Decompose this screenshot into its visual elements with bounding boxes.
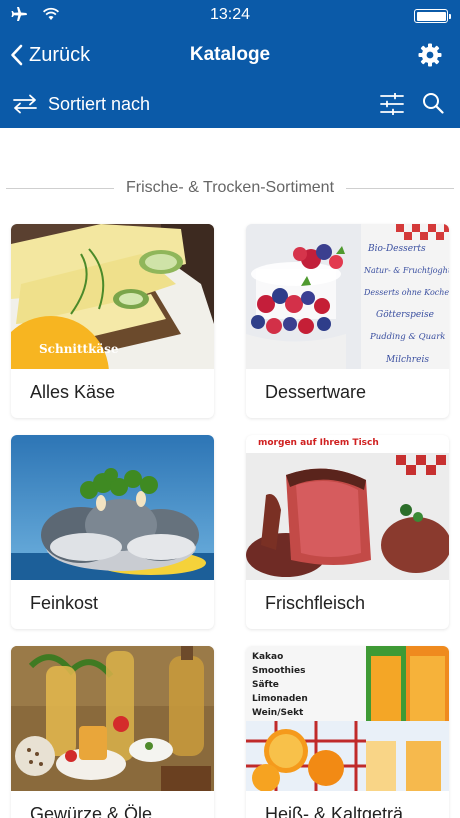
catalog-card[interactable]: Bio-Desserts Natur- & Fruchtjoghurt Dess… bbox=[246, 224, 449, 418]
divider bbox=[346, 187, 454, 189]
image-caption: morgen auf Ihrem Tisch bbox=[258, 438, 379, 448]
catalog-card[interactable]: Gewürze & Öle bbox=[11, 646, 214, 818]
back-label: Zurück bbox=[29, 43, 91, 66]
sort-bar: Sortiert nach bbox=[0, 80, 460, 128]
chevron-left-icon bbox=[11, 44, 23, 66]
back-button[interactable]: Zurück bbox=[10, 40, 90, 70]
catalog-image: Bio-Desserts Natur- & Fruchtjoghurt Dess… bbox=[246, 224, 449, 369]
sort-button[interactable]: Sortiert nach bbox=[12, 90, 150, 118]
catalog-card[interactable]: morgen auf Ihrem Tisch Frischfleisch bbox=[246, 435, 449, 629]
catalog-card-label: Heiß- & Kaltgeträ bbox=[265, 804, 404, 818]
image-caption: Schnittkäse bbox=[39, 342, 119, 356]
catalog-list: Frische- & Trocken-Sortiment Schnittkäse… bbox=[0, 128, 460, 818]
catalog-image bbox=[11, 646, 214, 791]
catalog-card[interactable]: Schnittkäse Alles Käse bbox=[11, 224, 214, 418]
gear-icon[interactable] bbox=[418, 43, 442, 67]
image-line: Wein/Sekt bbox=[252, 708, 304, 718]
divider bbox=[6, 187, 114, 189]
image-line: Desserts ohne Kochen bbox=[363, 288, 449, 297]
catalog-image: morgen auf Ihrem Tisch bbox=[246, 435, 449, 580]
navigation-bar: Zurück Kataloge bbox=[0, 30, 460, 80]
section-title: Frische- & Trocken-Sortiment bbox=[125, 179, 335, 196]
sort-label: Sortiert nach bbox=[48, 93, 151, 114]
catalog-image: Schnittkäse bbox=[11, 224, 214, 369]
catalog-card-label: Alles Käse bbox=[30, 382, 116, 402]
search-icon[interactable] bbox=[422, 92, 444, 114]
image-line: Kakao bbox=[252, 652, 283, 662]
image-line: Bio-Desserts bbox=[367, 244, 426, 254]
status-time: 13:24 bbox=[209, 6, 251, 23]
image-line: Natur- & Fruchtjoghurt bbox=[363, 266, 449, 275]
image-line: Limonaden bbox=[252, 694, 308, 704]
catalog-image: Kakao Smoothies Säfte Limonaden Wein/Sek… bbox=[246, 646, 449, 791]
status-bar: 13:24 bbox=[0, 0, 460, 30]
swap-arrows-icon bbox=[13, 94, 37, 114]
battery-icon bbox=[414, 9, 451, 23]
image-line: Götterspeise bbox=[376, 310, 434, 320]
image-line: Säfte bbox=[252, 680, 279, 690]
catalog-card-label: Dessertware bbox=[265, 382, 367, 402]
catalog-card-label: Gewürze & Öle bbox=[30, 804, 153, 818]
image-line: Pudding & Quark bbox=[369, 332, 445, 342]
catalog-card-label: Frischfleisch bbox=[265, 593, 366, 613]
section-header: Frische- & Trocken-Sortiment bbox=[6, 178, 454, 198]
image-line: Smoothies bbox=[252, 666, 305, 676]
image-line: Milchreis bbox=[385, 355, 429, 365]
catalog-card[interactable]: Kakao Smoothies Säfte Limonaden Wein/Sek… bbox=[246, 646, 449, 818]
catalog-image bbox=[11, 435, 214, 580]
catalog-card-label: Feinkost bbox=[30, 593, 99, 613]
catalog-card[interactable]: Feinkost bbox=[11, 435, 214, 629]
filter-sliders-icon[interactable] bbox=[380, 93, 404, 115]
